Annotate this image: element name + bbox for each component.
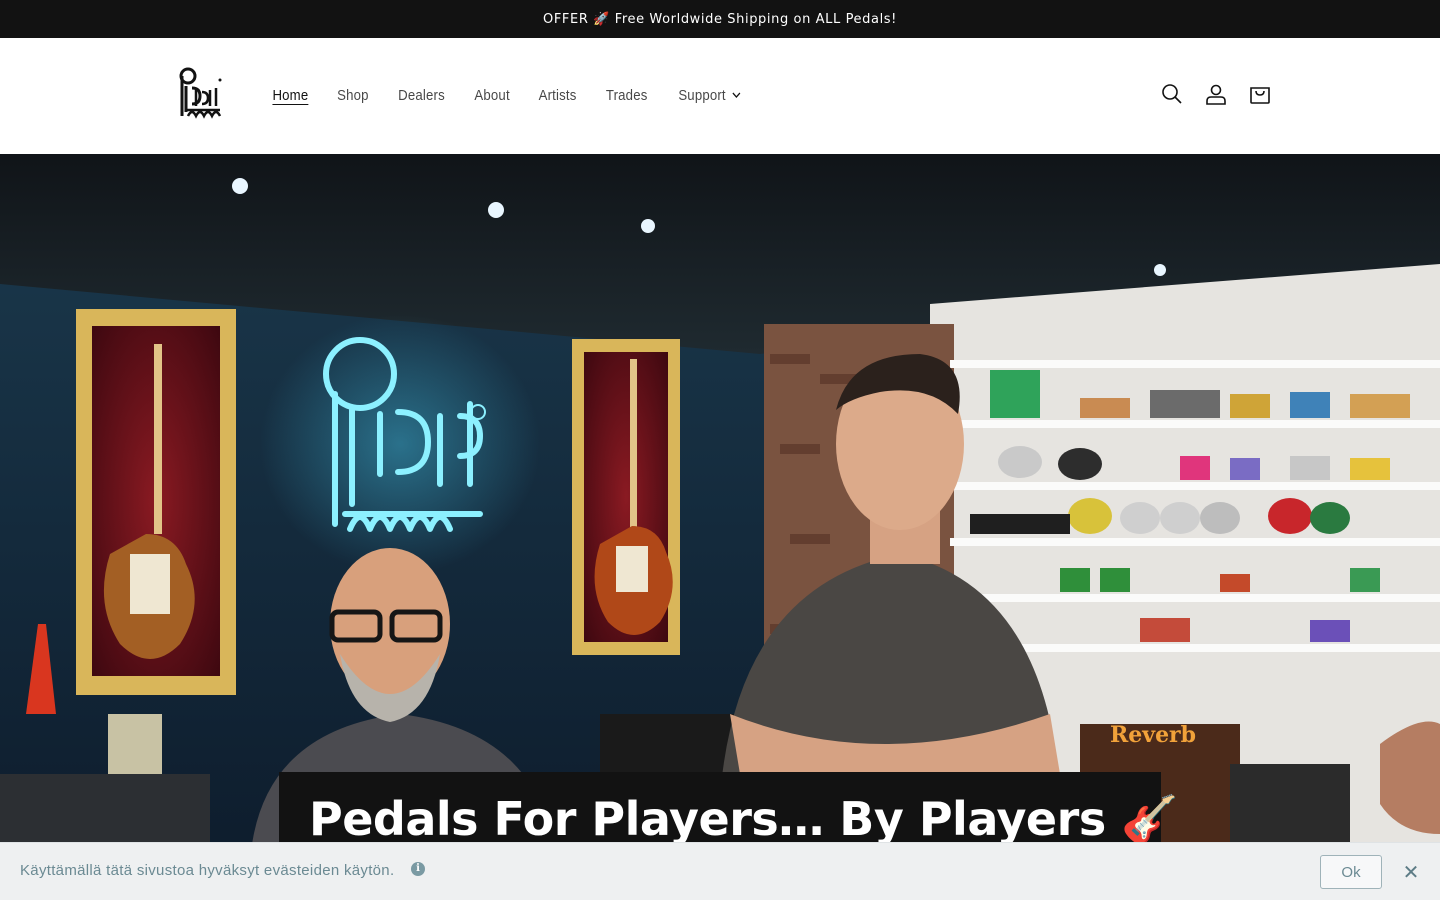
hero-banner[interactable]: Reverb Pedals For Players… By Players 🎸 [0,154,1440,900]
main-nav: Home Shop Dealers About Artists Trades S… [258,78,758,112]
announcement-text: OFFER 🚀 Free Worldwide Shipping on ALL P… [543,11,897,27]
reverb-sign: Reverb [1110,722,1196,748]
cookie-ok-button[interactable]: Ok [1320,855,1382,889]
cookie-text: Käyttämällä tätä sivustoa hyväksyt eväst… [20,862,395,879]
info-icon[interactable]: i [411,862,425,876]
search-icon [1162,84,1182,104]
nav-home[interactable]: Home [262,78,319,112]
cart-icon [1250,87,1270,104]
nav-shop[interactable]: Shop [326,78,379,112]
chevron-down-icon [732,92,741,98]
header-icons [1150,72,1282,116]
search-button[interactable] [1150,72,1194,116]
announcement-bar: OFFER 🚀 Free Worldwide Shipping on ALL P… [0,0,1440,38]
logo-mark [179,67,222,119]
hero-title: Pedals For Players… By Players 🎸 [309,792,1178,846]
cookie-banner: Käyttämällä tätä sivustoa hyväksyt eväst… [0,842,1440,900]
nav-artists[interactable]: Artists [528,78,587,112]
pedal-pawn-logo[interactable] [176,66,226,122]
nav-support-label: Support [678,86,727,104]
nav-support[interactable]: Support [668,78,752,112]
cart-button[interactable] [1238,72,1282,116]
close-icon[interactable]: ✕ [1400,860,1422,884]
nav-about[interactable]: About [464,78,520,112]
nav-trades[interactable]: Trades [595,78,658,112]
nav-dealers[interactable]: Dealers [387,78,455,112]
account-button[interactable] [1194,72,1238,116]
account-icon [1206,84,1226,105]
site-header: Home Shop Dealers About Artists Trades S… [0,38,1440,154]
